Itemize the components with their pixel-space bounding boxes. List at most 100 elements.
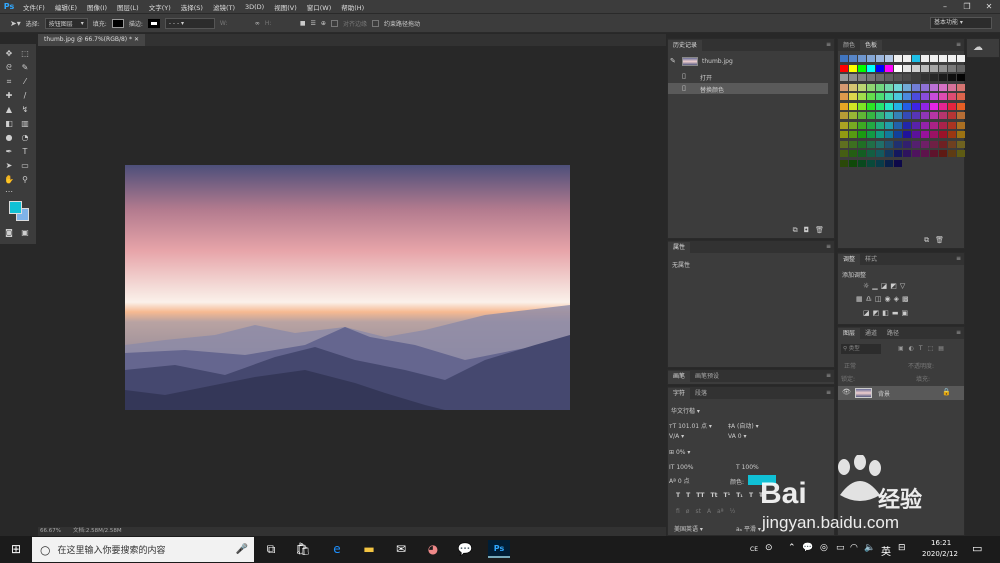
posterize-icon[interactable]: ◩ (873, 309, 880, 317)
panel-menu-icon[interactable]: ≡ (826, 372, 831, 379)
panel-menu-icon[interactable]: ≡ (826, 243, 831, 250)
color-swatch[interactable] (876, 112, 884, 119)
color-swatch[interactable] (948, 102, 956, 110)
color-swatch[interactable] (912, 140, 920, 148)
notification-icon[interactable]: ▭ (972, 542, 982, 555)
font-family-dropdown[interactable]: 华文行楷 ▾ (671, 406, 736, 415)
vibrance-icon[interactable]: ▽ (900, 282, 905, 290)
color-swatch[interactable] (903, 140, 911, 148)
color-swatch[interactable] (948, 74, 956, 81)
camera-icon[interactable]: ◘ (804, 226, 810, 235)
wechat-tray-icon[interactable]: 💬 (802, 543, 813, 553)
color-swatch[interactable] (840, 55, 848, 62)
visibility-eye-icon[interactable]: 👁 (842, 388, 851, 396)
color-swatch[interactable] (849, 83, 857, 91)
panel-menu-icon[interactable]: ≡ (956, 329, 961, 336)
color-swatch[interactable] (867, 74, 875, 81)
path-arrange-icon[interactable]: ⊕ (321, 20, 326, 27)
task-view-icon[interactable]: ⧉ (262, 540, 280, 558)
history-item[interactable]: ▯ 打开 (668, 71, 834, 82)
color-swatch[interactable] (867, 159, 875, 167)
tab-swatches[interactable]: 色板 (860, 40, 883, 51)
quick-mask-icon[interactable]: ◙ (4, 228, 14, 238)
color-swatch[interactable] (912, 55, 920, 62)
color-swatch[interactable] (903, 55, 911, 62)
photoshop-taskbar-icon[interactable]: Ps (488, 540, 510, 558)
color-swatch[interactable] (948, 131, 956, 138)
color-swatch[interactable] (903, 121, 911, 129)
panel-menu-icon[interactable]: ≡ (956, 255, 961, 262)
path-align-icon[interactable]: ☰ (311, 20, 316, 27)
libraries-icon[interactable]: ☁ (973, 42, 983, 53)
color-swatch[interactable] (885, 159, 893, 167)
tab-layers[interactable]: 图层 (838, 328, 861, 339)
channel-mixer-icon[interactable]: ◈ (894, 295, 899, 303)
layer-kind-filter[interactable]: ⚲ 类型 (841, 344, 881, 354)
brightness-icon[interactable]: ☼ (863, 282, 869, 290)
selective-color-icon[interactable]: ▣ (902, 309, 909, 317)
color-swatch[interactable] (939, 131, 947, 138)
stamp-tool-icon[interactable]: ▲ (4, 105, 14, 115)
color-swatch[interactable] (948, 112, 956, 119)
filter-smart-icon[interactable]: ▤ (938, 345, 944, 352)
new-document-icon[interactable]: ⧉ (793, 226, 798, 235)
color-swatch[interactable] (885, 64, 893, 72)
eraser-icon[interactable]: ◧ (4, 119, 14, 129)
fractions-icon[interactable]: ½ (730, 508, 736, 515)
color-swatch[interactable] (948, 55, 956, 62)
canvas-image[interactable] (125, 165, 570, 410)
ordinals-icon[interactable]: aª (717, 508, 724, 515)
color-swatch[interactable] (858, 102, 866, 110)
color-swatch[interactable] (912, 102, 920, 110)
color-swatch[interactable] (939, 140, 947, 148)
color-swatch[interactable] (876, 131, 884, 138)
color-swatch[interactable] (894, 55, 902, 62)
black-white-icon[interactable]: ◫ (875, 295, 882, 303)
history-item-selected[interactable]: ▯ 替换颜色 (668, 83, 828, 94)
color-swatch[interactable] (894, 159, 902, 167)
tab-history[interactable]: 历史记录 (668, 40, 703, 51)
color-swatch[interactable] (948, 140, 956, 148)
color-swatch[interactable] (948, 121, 956, 129)
color-swatch[interactable] (912, 74, 920, 81)
color-swatch[interactable] (912, 64, 920, 72)
color-swatch[interactable] (867, 150, 875, 157)
language-dropdown[interactable]: 美国英语 ▾ (674, 524, 729, 533)
color-swatch[interactable] (849, 93, 857, 100)
gradient-tool-icon[interactable]: ▥ (20, 119, 30, 129)
weixin-tray-icon[interactable]: ⊙ (765, 543, 773, 553)
color-swatch[interactable] (912, 121, 920, 129)
color-swatch[interactable] (912, 112, 920, 119)
menu-select[interactable]: 选择(S) (176, 2, 208, 12)
move-tool-icon[interactable]: ➤▾ (10, 19, 21, 28)
color-swatch[interactable] (957, 64, 965, 72)
menu-file[interactable]: 文件(F) (18, 2, 50, 12)
color-swatch[interactable] (885, 150, 893, 157)
color-swatch[interactable] (930, 112, 938, 119)
all-caps-icon[interactable]: TT (696, 492, 704, 499)
color-swatch[interactable] (921, 140, 929, 148)
color-swatch[interactable] (939, 64, 947, 72)
faux-italic-icon[interactable]: T (686, 492, 690, 499)
color-swatch[interactable] (885, 93, 893, 100)
color-swatch[interactable] (912, 93, 920, 100)
tab-color[interactable]: 颜色 (838, 40, 860, 51)
color-swatch[interactable] (894, 140, 902, 148)
blur-tool-icon[interactable]: ● (4, 133, 14, 143)
color-swatch[interactable] (885, 74, 893, 81)
color-swatch[interactable] (885, 102, 893, 110)
photo-filter-icon[interactable]: ◉ (885, 295, 891, 303)
color-swatch[interactable] (903, 102, 911, 110)
color-swatch[interactable] (930, 55, 938, 62)
color-swatch[interactable] (921, 93, 929, 100)
healing-brush-icon[interactable]: ✚ (4, 91, 14, 101)
pen-tool-icon[interactable]: ✒ (4, 147, 14, 157)
color-swatch[interactable] (849, 74, 857, 81)
color-swatch[interactable] (930, 140, 938, 148)
hue-sat-icon[interactable]: ▦ (856, 295, 863, 303)
color-swatch[interactable] (921, 55, 929, 62)
new-swatch-icon[interactable]: ⧉ (924, 236, 929, 245)
kerning-field[interactable]: V/A ▾ (669, 433, 724, 442)
edge-icon[interactable]: e (328, 540, 346, 558)
microphone-icon[interactable]: 🎤 (236, 544, 248, 555)
